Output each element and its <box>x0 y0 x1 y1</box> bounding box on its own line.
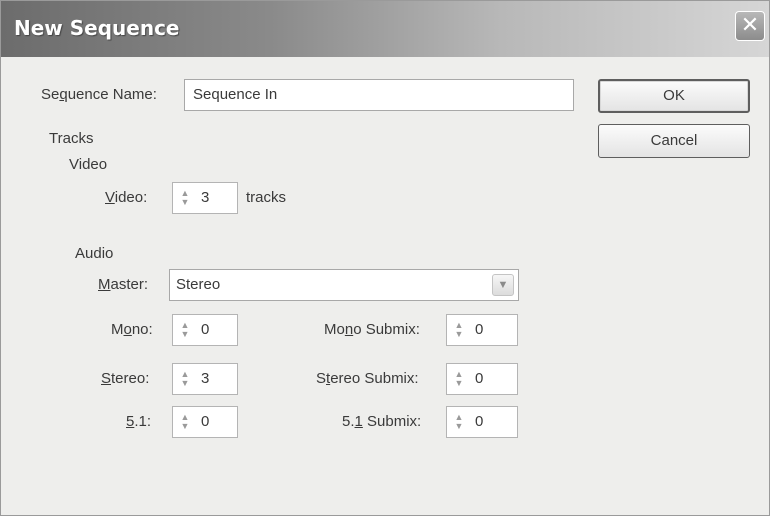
stereo-stepper[interactable]: ▲ ▼ 3 <box>172 363 238 395</box>
new-sequence-dialog: New Sequence ✕ Sequence Name: Sequence I… <box>0 0 770 516</box>
five-one-submix-value: 0 <box>475 413 484 430</box>
audio-heading: Audio <box>75 245 114 262</box>
mono-submix-stepper[interactable]: ▲ ▼ 0 <box>446 314 518 346</box>
tracks-heading: Tracks <box>49 130 94 147</box>
five-one-label: 5.1: <box>126 413 152 430</box>
stereo-submix-value: 0 <box>475 370 484 387</box>
spinner-updown-icon[interactable]: ▲ ▼ <box>453 413 465 431</box>
ok-button[interactable]: OK <box>598 79 750 113</box>
spinner-updown-icon[interactable]: ▲ ▼ <box>453 321 465 339</box>
video-heading: Video <box>69 156 108 173</box>
dialog-title: New Sequence <box>14 16 180 40</box>
spinner-updown-icon[interactable]: ▲ ▼ <box>179 321 191 339</box>
mono-value: 0 <box>201 321 210 338</box>
mono-submix-label: Mono Submix: <box>324 321 420 338</box>
stereo-label: Stereo: <box>101 370 150 387</box>
five-one-submix-stepper[interactable]: ▲ ▼ 0 <box>446 406 518 438</box>
mono-label: Mono: <box>111 321 153 338</box>
mono-submix-value: 0 <box>475 321 484 338</box>
spinner-updown-icon[interactable]: ▲ ▼ <box>179 370 191 388</box>
video-tracks-stepper[interactable]: ▲ ▼ 3 <box>172 182 238 214</box>
chevron-down-icon[interactable]: ▼ <box>492 274 514 296</box>
close-icon[interactable]: ✕ <box>735 11 765 41</box>
spinner-updown-icon[interactable]: ▲ ▼ <box>179 189 191 207</box>
five-one-submix-label: 5.1 Submix: <box>342 413 422 430</box>
sequence-name-label: Sequence Name: <box>41 86 157 103</box>
master-select-value: Stereo <box>176 276 221 293</box>
stereo-submix-stepper[interactable]: ▲ ▼ 0 <box>446 363 518 395</box>
master-label: Master: <box>98 276 149 293</box>
tracks-unit-label: tracks <box>246 189 287 206</box>
spinner-updown-icon[interactable]: ▲ ▼ <box>179 413 191 431</box>
spinner-updown-icon[interactable]: ▲ ▼ <box>453 370 465 388</box>
video-tracks-label: Video: <box>105 189 148 206</box>
stereo-submix-label: Stereo Submix: <box>316 370 419 387</box>
title-bar[interactable]: New Sequence ✕ <box>1 1 769 57</box>
sequence-name-input[interactable]: Sequence In <box>184 79 574 111</box>
cancel-button[interactable]: Cancel <box>598 124 750 158</box>
stereo-value: 3 <box>201 370 210 387</box>
five-one-stepper[interactable]: ▲ ▼ 0 <box>172 406 238 438</box>
five-one-value: 0 <box>201 413 210 430</box>
mono-stepper[interactable]: ▲ ▼ 0 <box>172 314 238 346</box>
master-select[interactable]: Stereo ▼ <box>169 269 519 301</box>
video-tracks-value: 3 <box>201 189 210 206</box>
